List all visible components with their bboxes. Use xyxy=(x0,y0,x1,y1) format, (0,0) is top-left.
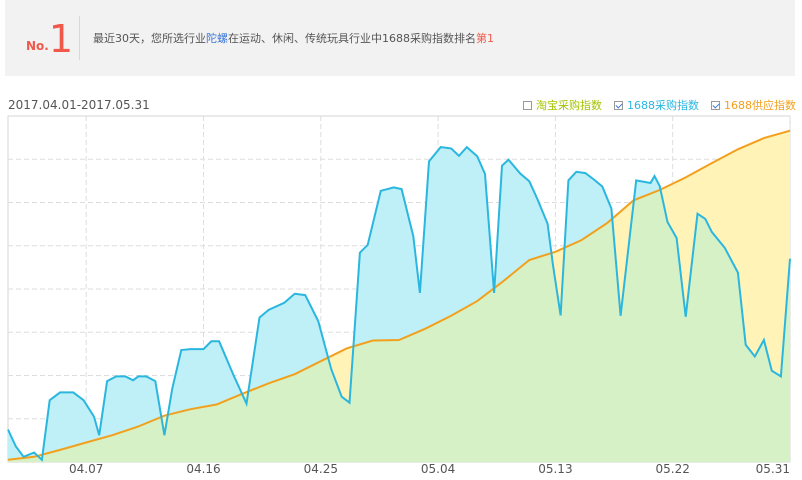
index-chart: 04.07 04.16 04.25 05.04 05.13 05.22 05.31 xyxy=(7,115,791,476)
x-tick-label: 04.25 xyxy=(304,462,338,476)
x-tick-label: 04.16 xyxy=(186,462,220,476)
x-tick-label: 05.31 xyxy=(756,462,790,476)
x-tick-label: 05.04 xyxy=(421,462,455,476)
x-tick-label: 05.22 xyxy=(656,462,690,476)
x-tick-label: 04.07 xyxy=(69,462,103,476)
x-tick-label: 05.13 xyxy=(538,462,572,476)
